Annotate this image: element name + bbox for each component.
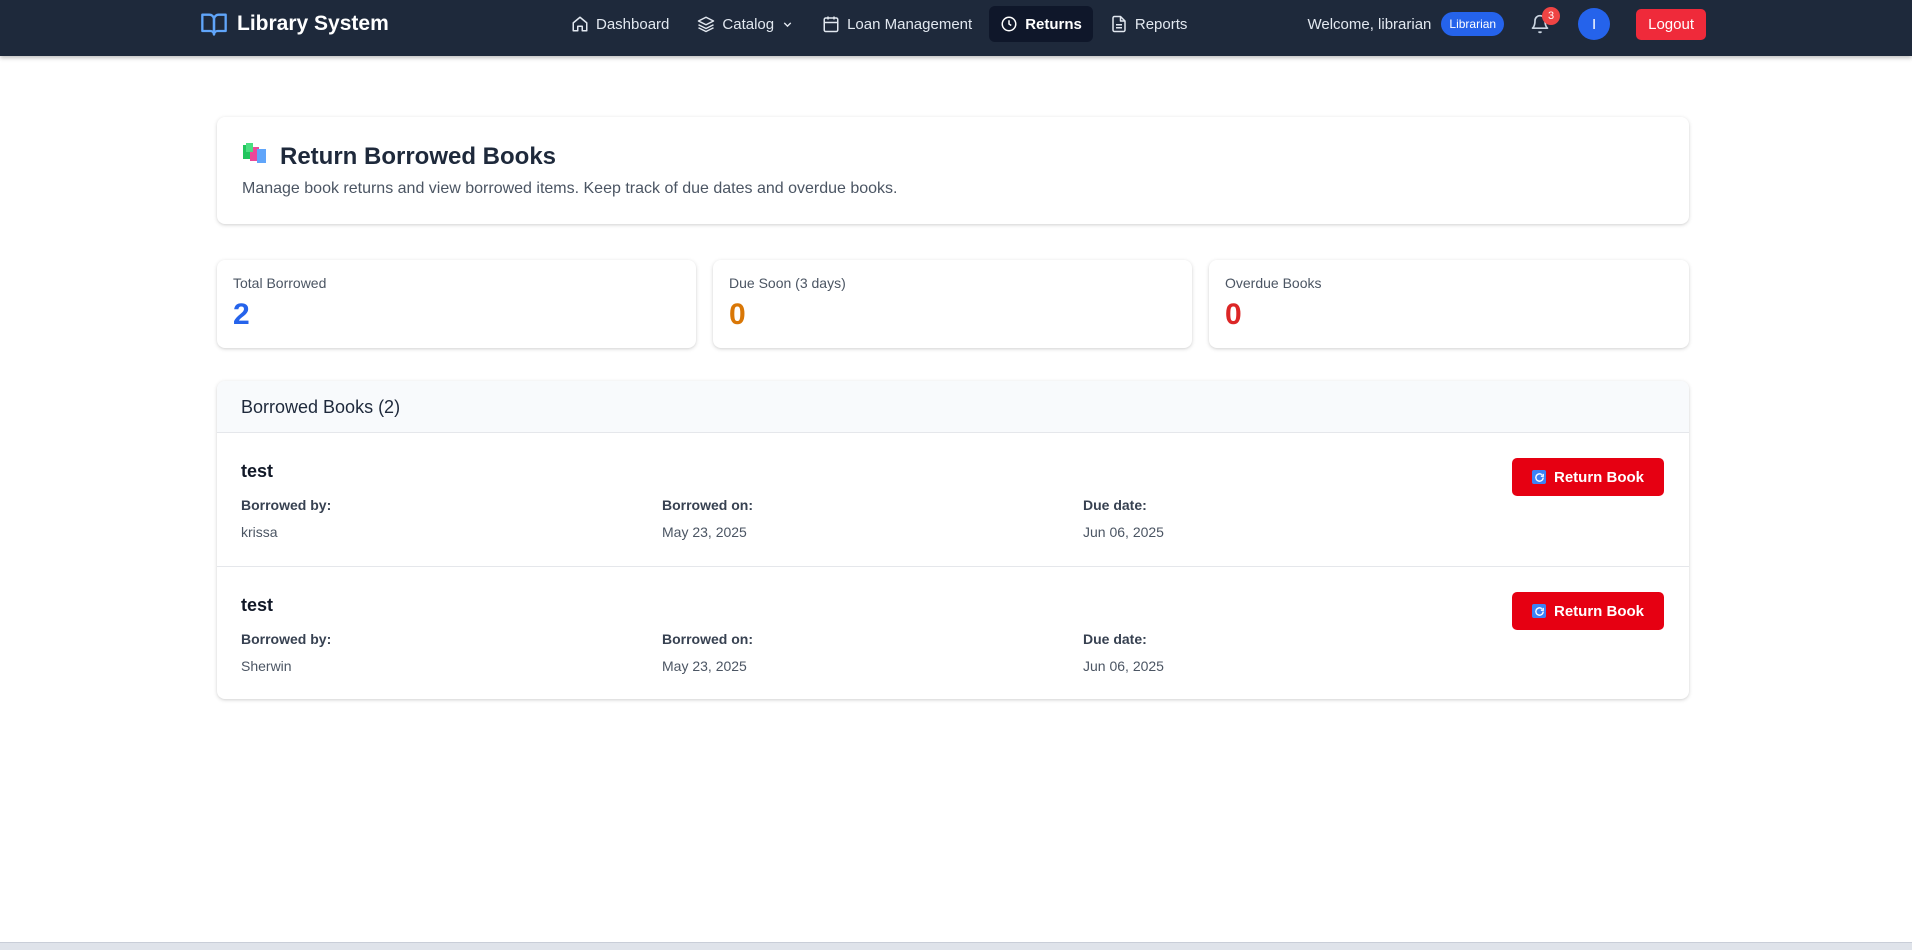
clock-icon — [1001, 16, 1017, 32]
stat-value: 2 — [233, 298, 250, 331]
top-navbar: Library System Dashboard Catalog Loan Ma… — [0, 0, 1912, 56]
main-nav: Dashboard Catalog Loan Management Return… — [560, 6, 1198, 42]
return-book-button[interactable]: Return Book — [1512, 592, 1664, 630]
stat-label: Overdue Books — [1225, 275, 1322, 291]
borrowed-by-value: krissa — [241, 524, 278, 540]
due-date-field: Due date: Jun 06, 2025 — [1083, 497, 1164, 540]
borrowed-on-value: May 23, 2025 — [662, 658, 747, 674]
borrowed-by-field: Borrowed by: Sherwin — [241, 631, 331, 674]
due-date-value: Jun 06, 2025 — [1083, 658, 1164, 674]
return-book-button[interactable]: Return Book — [1512, 458, 1664, 496]
borrowed-by-field: Borrowed by: krissa — [241, 497, 331, 540]
nav-returns[interactable]: Returns — [989, 6, 1093, 42]
calendar-icon — [823, 16, 839, 33]
open-book-icon — [200, 10, 228, 38]
nav-dashboard[interactable]: Dashboard — [560, 6, 680, 42]
borrowed-on-field: Borrowed on: May 23, 2025 — [662, 631, 753, 674]
return-book-label: Return Book — [1554, 468, 1644, 486]
stat-label: Due Soon (3 days) — [729, 275, 846, 291]
window-bottom-edge — [0, 942, 1912, 950]
borrowed-on-value: May 23, 2025 — [662, 524, 747, 540]
brand-name: Library System — [237, 12, 389, 35]
page-title-text: Return Borrowed Books — [280, 142, 557, 170]
chevron-down-icon — [783, 21, 792, 27]
refresh-icon — [1532, 470, 1546, 484]
return-book-label: Return Book — [1554, 602, 1644, 620]
borrowed-books-header: Borrowed Books (2) — [217, 381, 1689, 433]
nav-returns-label: Returns — [1025, 15, 1082, 33]
borrowed-by-label: Borrowed by: — [241, 497, 332, 513]
borrowed-book-row: test Borrowed by: krissa Borrowed on: Ma… — [217, 433, 1689, 566]
borrowed-book-row: test Borrowed by: Sherwin Borrowed on: M… — [217, 566, 1689, 699]
borrowed-books-title: Borrowed Books (2) — [241, 397, 401, 417]
books-icon — [242, 141, 268, 172]
borrowed-on-label: Borrowed on: — [662, 497, 753, 513]
home-icon — [572, 16, 588, 32]
book-title: test — [241, 595, 274, 615]
borrowed-by-value: Sherwin — [241, 658, 292, 674]
page-description: Manage book returns and view borrowed it… — [242, 180, 898, 197]
nav-loan-management[interactable]: Loan Management — [811, 6, 983, 42]
book-title: test — [241, 461, 274, 481]
user-area: Welcome, librarian Librarian 3 I Logout — [1307, 6, 1706, 42]
user-avatar[interactable]: I — [1578, 8, 1611, 40]
due-date-field: Due date: Jun 06, 2025 — [1083, 631, 1164, 674]
due-date-label: Due date: — [1083, 497, 1147, 513]
stat-due-soon: Due Soon (3 days) 0 — [713, 260, 1192, 348]
refresh-icon — [1532, 604, 1546, 618]
stat-overdue: Overdue Books 0 — [1209, 260, 1689, 348]
stat-value: 0 — [729, 298, 746, 331]
document-icon — [1112, 15, 1126, 33]
layers-icon — [698, 16, 715, 33]
brand-logo[interactable]: Library System — [200, 0, 389, 48]
notifications-button[interactable]: 3 — [1526, 7, 1561, 38]
stat-value: 0 — [1225, 298, 1242, 331]
nav-reports-label: Reports — [1134, 15, 1188, 33]
nav-loan-management-label: Loan Management — [847, 15, 973, 33]
nav-dashboard-label: Dashboard — [596, 15, 670, 33]
page-title: Return Borrowed Books — [242, 141, 556, 172]
welcome-text: Welcome, librarian — [1307, 15, 1432, 33]
borrowed-on-label: Borrowed on: — [662, 631, 753, 647]
borrowed-by-label: Borrowed by: — [241, 631, 332, 647]
role-badge: Librarian — [1441, 12, 1505, 36]
notification-count-badge: 3 — [1542, 7, 1561, 25]
nav-catalog-label: Catalog — [722, 15, 775, 33]
due-date-label: Due date: — [1083, 631, 1147, 647]
logout-button[interactable]: Logout — [1636, 8, 1706, 40]
borrowed-books-panel: Borrowed Books (2) test Borrowed by: kri… — [217, 381, 1689, 699]
nav-reports[interactable]: Reports — [1099, 6, 1199, 42]
borrowed-on-field: Borrowed on: May 23, 2025 — [662, 497, 753, 540]
nav-catalog[interactable]: Catalog — [686, 6, 805, 42]
page-header-card: Return Borrowed Books Manage book return… — [217, 117, 1689, 224]
due-date-value: Jun 06, 2025 — [1083, 524, 1164, 540]
stat-label: Total Borrowed — [233, 275, 327, 291]
stat-total-borrowed: Total Borrowed 2 — [217, 260, 696, 348]
